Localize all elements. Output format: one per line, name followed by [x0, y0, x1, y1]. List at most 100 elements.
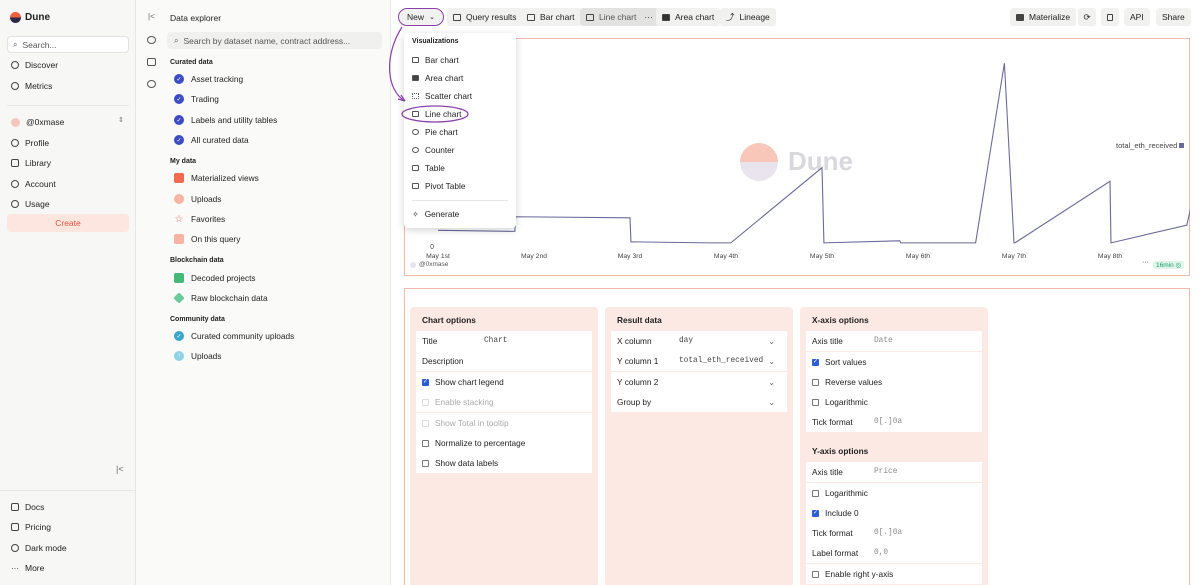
checkbox-icon[interactable]: [812, 378, 819, 386]
checkbox-checked-icon[interactable]: [812, 358, 819, 366]
menu-item-area-chart[interactable]: Area chart: [412, 73, 463, 83]
explorer-item-community-uploads[interactable]: ↑ Uploads: [174, 351, 221, 361]
checkbox-icon[interactable]: [812, 570, 819, 578]
include-zero-checkbox[interactable]: Include 0: [806, 503, 982, 523]
app-name: Dune: [25, 12, 50, 23]
explorer-item-asset-tracking[interactable]: ✓ Asset tracking: [174, 74, 243, 84]
collapse-explorer-icon[interactable]: |<: [148, 12, 155, 21]
enable-right-y-axis-checkbox[interactable]: Enable right y-axis: [806, 564, 982, 584]
tab-bar-chart[interactable]: Bar chart: [521, 8, 581, 26]
y-tick-format-field[interactable]: Tick format 0[.]0a: [806, 523, 982, 543]
menu-item-line-chart[interactable]: Line chart: [412, 109, 461, 119]
checkbox-icon[interactable]: [422, 459, 429, 467]
tab-area-chart[interactable]: Area chart: [656, 8, 721, 26]
area-chart-icon: [412, 75, 419, 81]
api-button[interactable]: API: [1124, 8, 1150, 26]
checkbox-icon[interactable]: [812, 398, 819, 406]
account-switcher[interactable]: @0xmase: [11, 117, 64, 127]
menu-item-bar-chart[interactable]: Bar chart: [412, 55, 459, 65]
explorer-item-on-this-query[interactable]: On this query: [174, 234, 240, 244]
nav-search-input[interactable]: ⌕ Search...: [7, 36, 129, 53]
history-icon[interactable]: [147, 80, 156, 88]
x-axis-title-field[interactable]: Axis title Date: [806, 331, 982, 351]
nav-item-docs[interactable]: Docs: [11, 502, 44, 512]
nav-divider: [7, 105, 129, 106]
checkbox-icon[interactable]: [422, 439, 429, 447]
chart-more-icon[interactable]: ···: [1142, 259, 1149, 266]
group-by-select[interactable]: Group by ⌄: [611, 392, 787, 412]
dataset-search-input[interactable]: ⌕ Search by dataset name, contract addre…: [167, 32, 382, 49]
data-labels-checkbox[interactable]: Show data labels: [416, 453, 592, 473]
nav-item-usage[interactable]: Usage: [11, 199, 50, 209]
explorer-item-materialized-views[interactable]: Materialized views: [174, 173, 259, 183]
curated-badge-icon: ✓: [174, 94, 184, 104]
menu-item-pivot-table[interactable]: Pivot Table: [412, 181, 465, 191]
checkbox-icon[interactable]: [422, 398, 429, 406]
checkbox-checked-icon[interactable]: [422, 378, 429, 386]
nav-item-metrics[interactable]: Metrics: [11, 81, 52, 91]
terminal-icon[interactable]: [147, 58, 156, 66]
collapse-sidebar-icon[interactable]: |<: [116, 464, 124, 474]
explorer-item-trading[interactable]: ✓ Trading: [174, 94, 219, 104]
checkbox-icon[interactable]: [422, 419, 429, 427]
y-logarithmic-checkbox[interactable]: Logarithmic: [806, 483, 982, 503]
explorer-item-curated-community-uploads[interactable]: ✓ Curated community uploads: [174, 331, 294, 341]
explorer-item-decoded-projects[interactable]: Decoded projects: [174, 273, 256, 283]
tab-lineage[interactable]: ⤴ Lineage: [720, 8, 776, 26]
chart-author[interactable]: @0xmase: [419, 261, 448, 268]
show-total-checkbox[interactable]: Show Total in tooltip: [416, 413, 592, 433]
y-column-2-select[interactable]: Y column 2 ⌄: [611, 372, 787, 392]
series-line[interactable]: [437, 63, 1190, 244]
legend-entry[interactable]: total_eth_received: [1116, 141, 1177, 150]
show-legend-checkbox[interactable]: Show chart legend: [416, 372, 592, 392]
y-label-format-field[interactable]: Label format 0,0: [806, 543, 982, 563]
nav-item-account[interactable]: Account: [11, 179, 56, 189]
line-chart-icon: [412, 111, 419, 117]
database-icon[interactable]: [147, 36, 156, 44]
share-button[interactable]: Share: [1156, 8, 1191, 26]
nav-item-dark-mode[interactable]: Dark mode: [11, 543, 67, 553]
x-column-select[interactable]: X column day ⌄: [611, 331, 787, 351]
section-blockchain-data: Blockchain data: [170, 257, 224, 264]
nav-item-more[interactable]: ··· More: [11, 563, 44, 573]
menu-item-counter[interactable]: Counter: [412, 145, 455, 155]
nav-item-library[interactable]: Library: [11, 158, 51, 168]
explorer-item-favorites[interactable]: ☆ Favorites: [174, 214, 226, 225]
explorer-item-all-curated[interactable]: ✓ All curated data: [174, 135, 249, 145]
enable-stacking-checkbox[interactable]: Enable stacking: [416, 392, 592, 412]
create-button[interactable]: Create: [7, 214, 129, 232]
nav-item-profile[interactable]: Profile: [11, 138, 49, 148]
explorer-item-raw-blockchain[interactable]: Raw blockchain data: [173, 292, 268, 304]
tab-query-results[interactable]: Query results: [447, 8, 523, 26]
nav-item-discover[interactable]: Discover: [11, 60, 58, 70]
nav-item-pricing[interactable]: Pricing: [11, 522, 51, 532]
chart-description-field[interactable]: Description: [416, 351, 592, 371]
upload-icon: ↑: [174, 351, 184, 361]
new-visualization-button[interactable]: New ⌄: [398, 8, 444, 26]
y-axis-title-field[interactable]: Axis title Price: [806, 462, 982, 482]
explorer-item-labels[interactable]: ✓ Labels and utility tables: [174, 115, 277, 125]
chart-title-field[interactable]: Title Chart: [416, 331, 592, 351]
menu-item-table[interactable]: Table: [412, 163, 445, 173]
sort-values-checkbox[interactable]: Sort values: [806, 352, 982, 372]
menu-item-generate[interactable]: ✧ Generate: [412, 209, 459, 219]
checkbox-icon[interactable]: [812, 489, 819, 497]
menu-item-pie-chart[interactable]: Pie chart: [412, 127, 458, 137]
y-column-1-select[interactable]: Y column 1 total_eth_received ⌄: [611, 351, 787, 371]
explorer-item-uploads[interactable]: ↑ Uploads: [174, 194, 221, 204]
x-logarithmic-checkbox[interactable]: Logarithmic: [806, 392, 982, 412]
menu-item-scatter-chart[interactable]: Scatter chart: [412, 91, 472, 101]
export-button[interactable]: [1101, 8, 1119, 26]
checkbox-checked-icon[interactable]: [812, 509, 819, 517]
chevron-updown-icon[interactable]: ⇕: [118, 116, 124, 124]
normalize-checkbox[interactable]: Normalize to percentage: [416, 433, 592, 453]
refresh-button[interactable]: ⟳: [1078, 8, 1096, 26]
more-options-icon[interactable]: ···: [644, 12, 653, 22]
materialize-button[interactable]: Materialize: [1010, 8, 1077, 26]
chevron-down-icon: ⌄: [768, 397, 775, 407]
reverse-values-checkbox[interactable]: Reverse values: [806, 372, 982, 392]
tab-line-chart[interactable]: Line chart ···: [580, 8, 659, 26]
refresh-icon: ⟳: [1083, 11, 1091, 22]
upload-icon: ↑: [174, 194, 184, 204]
x-tick-format-field[interactable]: Tick format 0[.]0a: [806, 412, 982, 432]
